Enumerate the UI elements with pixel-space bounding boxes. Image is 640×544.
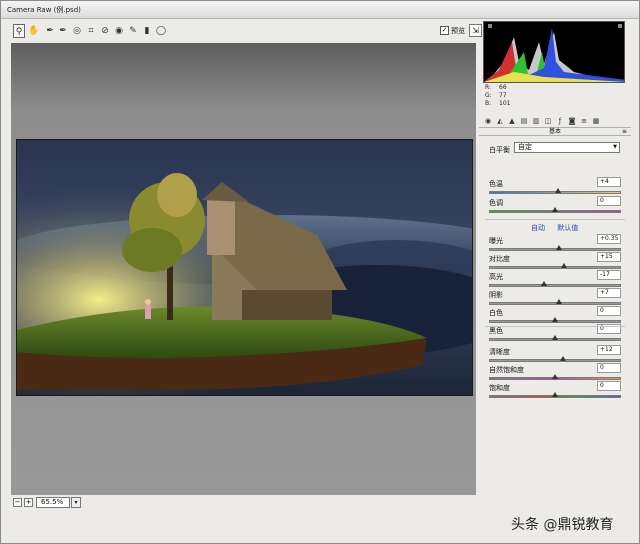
white-balance-select[interactable]: 自定 ▼ <box>514 142 620 153</box>
hand-tool-icon[interactable]: ✋ <box>28 24 40 38</box>
slider-value-field[interactable]: 0 <box>597 306 621 316</box>
slider-thumb[interactable] <box>559 356 566 361</box>
r-value: 66 <box>499 84 507 91</box>
preview-checkbox[interactable]: ✓ <box>440 26 449 35</box>
slider-value-field[interactable]: +12 <box>597 345 621 355</box>
white-balance-label: 白平衡 <box>489 146 510 154</box>
slider-track[interactable] <box>489 284 621 287</box>
status-bar: − + 65.5% ▾ <box>11 497 476 511</box>
radial-filter-tool-icon[interactable]: ◯ <box>155 24 167 38</box>
slider-blacks[interactable]: 黑色 0 <box>489 324 621 346</box>
crop-tool-icon[interactable]: ⌗ <box>85 24 97 38</box>
slider-label: 高光 <box>489 273 503 281</box>
zoom-out-button[interactable]: − <box>13 498 22 507</box>
slider-label: 色温 <box>489 180 503 188</box>
snapshots-tab-icon[interactable]: ▦ <box>591 116 601 126</box>
slider-label: 黑色 <box>489 327 503 335</box>
spot-removal-tool-icon[interactable]: ⊘ <box>99 24 111 38</box>
slider-thumb[interactable] <box>552 207 558 212</box>
slider-thumb[interactable] <box>555 299 562 304</box>
divider <box>485 326 625 327</box>
zoom-dropdown-icon[interactable]: ▾ <box>71 497 81 508</box>
slider-value-field[interactable]: 0 <box>597 196 621 206</box>
window-title: Camera Raw (例.psd) <box>7 6 81 14</box>
histogram-graph <box>484 24 624 82</box>
tone-curve-tab-icon[interactable]: ◭ <box>495 116 505 126</box>
section-title: 基本 <box>548 128 561 135</box>
slider-value-field[interactable]: +4 <box>597 177 621 187</box>
divider <box>485 219 625 220</box>
white-balance-value: 自定 <box>518 143 532 151</box>
slider-label: 阴影 <box>489 291 503 299</box>
slider-thumb[interactable] <box>561 263 568 268</box>
section-menu-icon[interactable]: ≡ <box>622 128 627 135</box>
histogram <box>483 21 625 83</box>
slider-label: 自然饱和度 <box>489 366 524 374</box>
preview-canvas[interactable] <box>11 43 476 495</box>
slider-value-field[interactable]: 0 <box>597 363 621 373</box>
red-eye-tool-icon[interactable]: ◉ <box>113 24 125 38</box>
zoom-in-button[interactable]: + <box>24 498 33 507</box>
slider-thumb[interactable] <box>552 317 558 322</box>
g-value: 77 <box>499 92 507 99</box>
slider-thumb[interactable] <box>541 281 548 286</box>
section-header: 基本 ≡ <box>479 127 631 136</box>
auto-default-links: 自动 默认值 <box>531 223 588 233</box>
slider-value-field[interactable]: +15 <box>597 252 621 262</box>
slider-thumb[interactable] <box>552 392 558 397</box>
zoom-level-field[interactable]: 65.5% <box>36 497 70 508</box>
b-label: B: <box>485 100 492 107</box>
slider-value-field[interactable]: -17 <box>597 270 621 280</box>
slider-label: 色调 <box>489 199 503 207</box>
camera-calibration-tab-icon[interactable]: ◙ <box>567 116 577 126</box>
slider-thumb[interactable] <box>555 245 562 250</box>
watermark: 头条 @鼎锐教育 <box>511 517 614 533</box>
detail-tab-icon[interactable]: ▲ <box>507 116 517 126</box>
slider-value-field[interactable]: +0.35 <box>597 234 621 244</box>
basic-tab-icon[interactable]: ◉ <box>483 116 493 126</box>
hsl-tab-icon[interactable]: ▤ <box>519 116 529 126</box>
panel-tabs: ◉ ◭ ▲ ▤ ▥ ◫ ƒ ◙ ≡ ▦ <box>479 115 631 127</box>
floating-island-photo <box>17 140 472 395</box>
slider-label: 饱和度 <box>489 384 510 392</box>
slider-label: 曝光 <box>489 237 503 245</box>
graduated-filter-tool-icon[interactable]: ▮ <box>141 24 153 38</box>
split-toning-tab-icon[interactable]: ▥ <box>531 116 541 126</box>
slider-value-field[interactable]: 0 <box>597 381 621 391</box>
white-balance-tool-icon[interactable]: ✒ <box>44 24 56 38</box>
slider-label: 白色 <box>489 309 503 317</box>
adjustment-panel: R: 66 G: 77 B: 101 ◉ ◭ ▲ ▤ ▥ ◫ ƒ ◙ ≡ ▦ 基本 ≡… <box>479 21 631 501</box>
toolbar: ⚲ ✋ ✒ ✒ ◎ ⌗ ⊘ ◉ ✎ ▮ ◯ ✓ 预览 ⇲ <box>11 23 482 41</box>
slider-thumb[interactable] <box>552 374 558 379</box>
adjustment-brush-tool-icon[interactable]: ✎ <box>127 24 139 38</box>
slider-saturation[interactable]: 饱和度 0 <box>489 381 621 403</box>
slider-label: 清晰度 <box>489 348 510 356</box>
slider-track[interactable] <box>489 359 621 362</box>
presets-tab-icon[interactable]: ≡ <box>579 116 589 126</box>
default-link[interactable]: 默认值 <box>557 224 578 232</box>
slider-label: 对比度 <box>489 255 510 263</box>
slider-track[interactable] <box>489 266 621 269</box>
slider-tint[interactable]: 色调 0 <box>489 196 621 218</box>
rgb-readout: R: 66 G: 77 B: 101 <box>485 84 513 108</box>
camera-raw-window: Camera Raw (例.psd) ⚲ ✋ ✒ ✒ ◎ ⌗ ⊘ ◉ ✎ ▮ ◯… <box>0 0 640 544</box>
slider-thumb[interactable] <box>552 335 558 340</box>
fx-tab-icon[interactable]: ƒ <box>555 116 565 126</box>
color-sampler-tool-icon[interactable]: ✒ <box>57 24 69 38</box>
g-label: G: <box>485 92 492 99</box>
b-value: 101 <box>499 100 511 107</box>
preview-image <box>16 139 473 396</box>
lens-tab-icon[interactable]: ◫ <box>543 116 553 126</box>
targeted-adjustment-tool-icon[interactable]: ◎ <box>71 24 83 38</box>
preview-label: 预览 <box>451 27 465 35</box>
title-bar: Camera Raw (例.psd) <box>1 1 639 19</box>
auto-link[interactable]: 自动 <box>531 224 545 232</box>
slider-thumb[interactable] <box>554 188 561 193</box>
zoom-tool-icon[interactable]: ⚲ <box>13 24 25 38</box>
r-label: R: <box>485 84 492 91</box>
dropdown-arrow-icon: ▼ <box>613 144 617 150</box>
slider-value-field[interactable]: +7 <box>597 288 621 298</box>
